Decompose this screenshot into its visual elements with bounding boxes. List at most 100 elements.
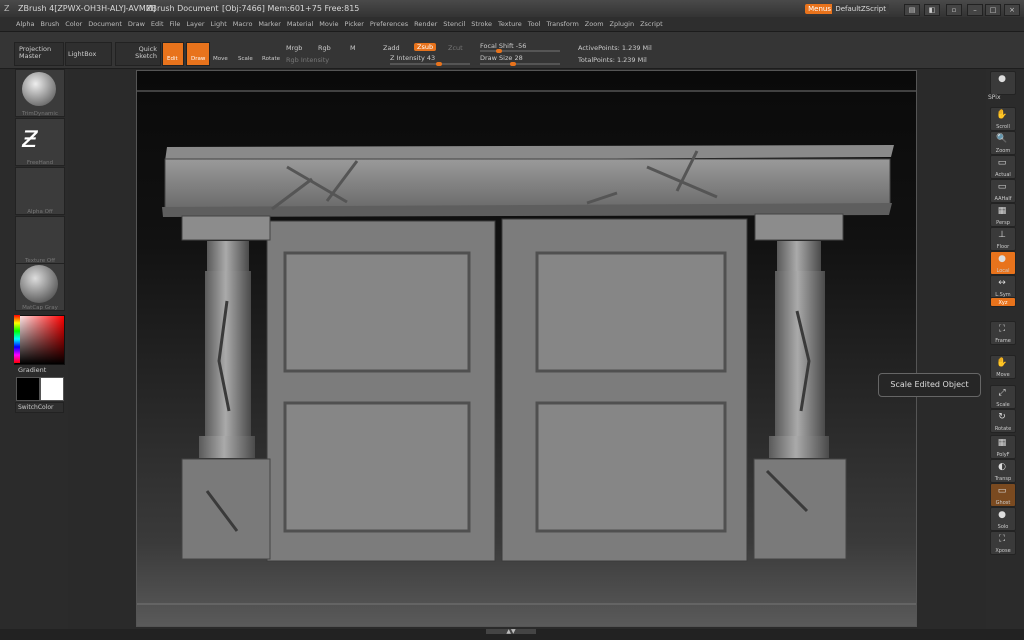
move-icon: ✋ (996, 358, 1008, 368)
zoom-button[interactable]: 🔍 Zoom (990, 131, 1016, 155)
menus-button[interactable]: Menus (805, 4, 834, 14)
menu-render[interactable]: Render (414, 17, 437, 31)
layout-icon[interactable]: ▤ (904, 4, 920, 16)
rotate-button[interactable]: ↻ Rotate (990, 409, 1016, 433)
collapse-arrows-icon[interactable]: ▲▼ (486, 629, 536, 635)
edit-button[interactable]: Edit (162, 42, 184, 66)
focal-shift-track[interactable] (480, 49, 560, 53)
secondary-color-swatch[interactable] (40, 377, 64, 401)
menu-movie[interactable]: Movie (319, 17, 338, 31)
switch-color-button[interactable]: SwitchColor (15, 402, 64, 413)
stroke-button[interactable]: ƶ FreeHand (15, 118, 65, 166)
hue-strip[interactable] (14, 315, 20, 363)
rgb-intensity-slider[interactable]: Rgb Intensity (286, 56, 329, 64)
menu-layer[interactable]: Layer (186, 17, 204, 31)
menu-material[interactable]: Material (287, 17, 313, 31)
actual-button[interactable]: ▭ Actual (990, 155, 1016, 179)
menu-macro[interactable]: Macro (233, 17, 253, 31)
move-button[interactable]: Move (213, 56, 228, 62)
zsub-button[interactable]: Zsub (414, 43, 437, 51)
xpose-button[interactable]: ⛶ Xpose (990, 531, 1016, 555)
default-zscript-button[interactable]: DefaultZScript (832, 4, 889, 14)
persp-button[interactable]: ▦ Persp (990, 203, 1016, 227)
right-button-label: Move (996, 372, 1010, 378)
color-picker[interactable] (14, 315, 65, 365)
maximize-icon[interactable]: □ (985, 4, 1001, 16)
spix-label: SPix (988, 94, 1001, 101)
xyz-button[interactable]: Xyz (990, 297, 1016, 307)
scroll-button[interactable]: ✋ Scroll (990, 107, 1016, 131)
left-shelf: TrimDynamic ƶ FreeHand Alpha Off Texture… (0, 69, 68, 629)
z-intensity-track[interactable] (390, 62, 470, 66)
primary-color-swatch[interactable] (16, 377, 40, 401)
texture-button[interactable]: Texture Off (15, 216, 65, 264)
quick-sketch-button[interactable]: Quick Sketch (115, 42, 161, 66)
right-button-label: Xyz (998, 300, 1008, 306)
draw-size-track[interactable] (480, 62, 560, 66)
model-viewport[interactable] (137, 71, 916, 626)
solo-button[interactable]: ● Solo (990, 507, 1016, 531)
menu-picker[interactable]: Picker (345, 17, 364, 31)
alpha-button[interactable]: Alpha Off (15, 167, 65, 215)
projection-master-button[interactable]: Projection Master (14, 42, 64, 66)
menu-marker[interactable]: Marker (258, 17, 280, 31)
menu-edit[interactable]: Edit (151, 17, 164, 31)
right-button-label: Local (996, 268, 1010, 274)
draw-button[interactable]: Draw (186, 42, 210, 66)
material-button[interactable]: MatCap Gray (15, 263, 65, 311)
close-icon[interactable]: × (1004, 4, 1020, 16)
move-button[interactable]: ✋ Move (990, 355, 1016, 379)
lock-icon[interactable]: ▫ (946, 4, 962, 16)
menu-zscript[interactable]: Zscript (640, 17, 663, 31)
lsym-icon: ↔ (998, 278, 1006, 288)
gradient-button[interactable]: Gradient (18, 366, 46, 374)
scale-button[interactable]: Scale (238, 56, 253, 62)
menu-draw[interactable]: Draw (128, 17, 145, 31)
brush-button[interactable]: TrimDynamic (15, 69, 65, 117)
mrgb-button[interactable]: Mrgb (286, 44, 302, 52)
menu-tool[interactable]: Tool (528, 17, 541, 31)
menu-alpha[interactable]: Alpha (16, 17, 34, 31)
right-column-mesh (753, 213, 847, 560)
menu-preferences[interactable]: Preferences (370, 17, 408, 31)
frame-button[interactable]: ⛶ Frame (990, 321, 1016, 345)
menu-zoom[interactable]: Zoom (585, 17, 604, 31)
ghost-button[interactable]: ▭ Ghost (990, 483, 1016, 507)
local-button[interactable]: ● Local (990, 251, 1016, 275)
color-icon[interactable]: ◧ (924, 4, 940, 16)
menu-light[interactable]: Light (211, 17, 227, 31)
transp-button[interactable]: ◐ Transp (990, 459, 1016, 483)
zcut-button[interactable]: Zcut (448, 44, 463, 52)
scale-button[interactable]: ⤢ Scale (990, 385, 1016, 409)
draw-size-slider[interactable]: Draw Size 28 (480, 54, 523, 62)
menu-zplugin[interactable]: Zplugin (610, 17, 635, 31)
menu-bar: Alpha Brush Color Document Draw Edit File Layer… (0, 17, 1024, 32)
frame-icon: ⛶ (998, 324, 1006, 334)
floor-button[interactable]: ⊥ Floor (990, 227, 1016, 251)
right-button-label: Xpose (995, 548, 1011, 554)
menu-document[interactable]: Document (88, 17, 122, 31)
menu-transform[interactable]: Transform (546, 17, 578, 31)
minimize-icon[interactable]: – (967, 4, 983, 16)
polyf-button[interactable]: ▦ PolyF (990, 435, 1016, 459)
menu-stencil[interactable]: Stencil (443, 17, 465, 31)
aahalf-button[interactable]: ▭ AAHalf (990, 179, 1016, 203)
menu-stroke[interactable]: Stroke (471, 17, 492, 31)
document-canvas[interactable] (136, 70, 917, 627)
menu-texture[interactable]: Texture (498, 17, 522, 31)
rotate-button[interactable]: Rotate (262, 56, 280, 62)
menu-file[interactable]: File (170, 17, 181, 31)
lightbox-button[interactable]: LightBox (65, 42, 112, 66)
xpose-icon: ⛶ (998, 534, 1006, 544)
menu-color[interactable]: Color (65, 17, 82, 31)
menu-brush[interactable]: Brush (40, 17, 59, 31)
rgb-button[interactable]: Rgb (318, 44, 331, 52)
lsym-button[interactable]: ↔ L.Sym (990, 275, 1016, 299)
z-intensity-slider[interactable]: Z Intensity 43 (390, 54, 435, 62)
polyf-icon: ▦ (997, 438, 1007, 448)
m-button[interactable]: M (350, 44, 356, 52)
zadd-button[interactable]: Zadd (383, 44, 400, 52)
spix-button[interactable]: ● (990, 71, 1016, 95)
floor-icon: ⊥ (998, 230, 1006, 240)
focal-shift-slider[interactable]: Focal Shift -56 (480, 42, 526, 50)
